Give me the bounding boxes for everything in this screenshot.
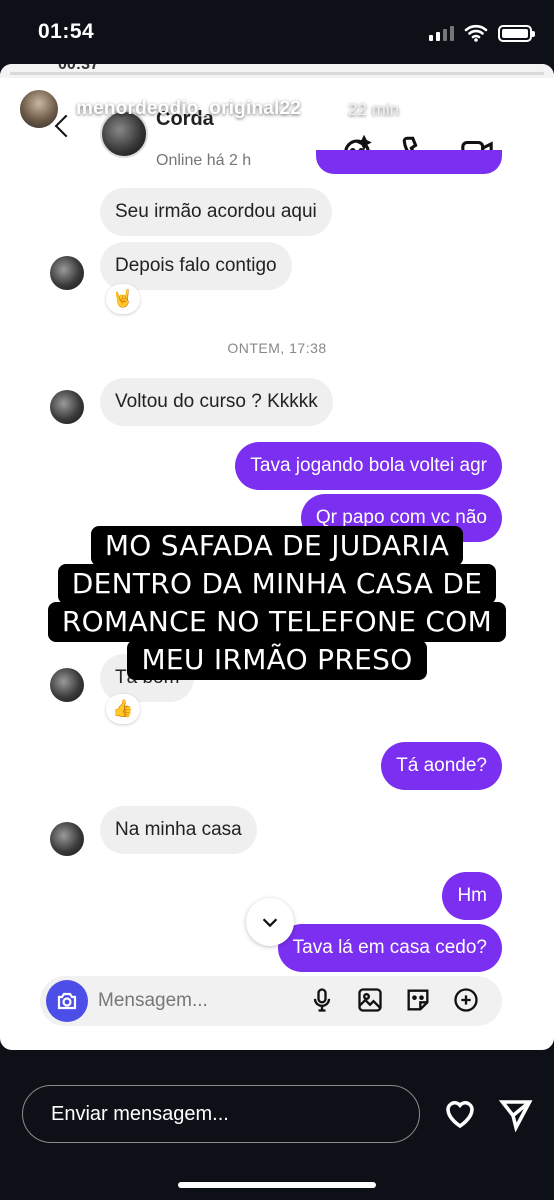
close-story-button[interactable] <box>508 94 542 128</box>
date-separator: ONTEM, 17:38 <box>227 340 327 356</box>
message-bubble: Depois falo contigo <box>100 242 292 290</box>
status-bar: 01:54 <box>0 0 554 64</box>
send-icon <box>498 1100 533 1133</box>
message-bubble: Tava jogando bola voltei agr <box>235 442 502 490</box>
battery-icon <box>498 24 535 42</box>
composer-placeholder: Mensagem... <box>98 990 208 1011</box>
story-username[interactable]: menordeodio_original22 <box>76 98 301 120</box>
story-caption: MO SAFADA DE JUDARIA DENTRO DA MINHA CAS… <box>0 526 554 680</box>
contact-avatar-small <box>50 256 84 290</box>
status-time: 01:54 <box>38 20 95 43</box>
story-progress-bar <box>10 72 544 75</box>
camera-button <box>46 980 88 1022</box>
story-viewer[interactable]: 00:37 Corda Online há 2 h Seu irmão acor… <box>0 64 554 1050</box>
cellular-signal-icon <box>429 25 454 41</box>
message-bubble: Tava lá em casa cedo? <box>277 924 502 972</box>
caption-line: MO SAFADA DE JUDARIA <box>90 526 464 566</box>
story-author-avatar[interactable] <box>18 88 60 130</box>
caption-line: DENTRO DA MINHA CASA DE <box>57 564 497 604</box>
message-composer: Mensagem... <box>40 976 502 1026</box>
home-indicator[interactable] <box>178 1182 376 1188</box>
message-bubble: Na minha casa <box>100 806 257 854</box>
message-bubble-cut <box>316 150 502 174</box>
reaction-rock-icon: 🤘 <box>106 284 140 314</box>
wifi-icon <box>464 24 488 42</box>
microphone-icon <box>313 988 331 1012</box>
camera-icon <box>57 992 77 1010</box>
heart-icon <box>446 1101 474 1129</box>
sticker-icon <box>407 989 429 1011</box>
like-button[interactable] <box>442 1096 478 1132</box>
message-bubble: Hm <box>442 872 502 920</box>
back-arrow-icon <box>54 114 78 138</box>
contact-avatar-small <box>50 390 84 424</box>
message-bubble: Tá aonde? <box>381 742 502 790</box>
reply-placeholder: Enviar mensagem... <box>51 1103 229 1125</box>
message-bubble: Seu irmão acordou aqui <box>100 188 332 236</box>
close-icon <box>512 98 538 124</box>
caption-line: MEU IRMÃO PRESO <box>127 640 427 680</box>
embedded-status-bar: 00:37 <box>0 64 554 78</box>
caption-line: ROMANCE NO TELEFONE COM <box>47 602 507 642</box>
scroll-down-button <box>246 898 294 946</box>
story-time-ago: 22 min <box>348 100 400 119</box>
composer-actions <box>308 986 480 1014</box>
reply-input[interactable]: Enviar mensagem... <box>22 1085 420 1143</box>
gallery-icon <box>358 988 382 1012</box>
add-icon <box>454 988 478 1012</box>
send-button[interactable] <box>498 1096 534 1133</box>
reaction-thumbs-up-icon: 👍 <box>106 694 140 724</box>
chevron-down-icon <box>262 918 278 928</box>
message-bubble: Voltou do curso ? Kkkkk <box>100 378 333 426</box>
contact-status: Online há 2 h <box>156 152 252 169</box>
status-icons <box>429 22 535 44</box>
contact-avatar-small <box>50 822 84 856</box>
